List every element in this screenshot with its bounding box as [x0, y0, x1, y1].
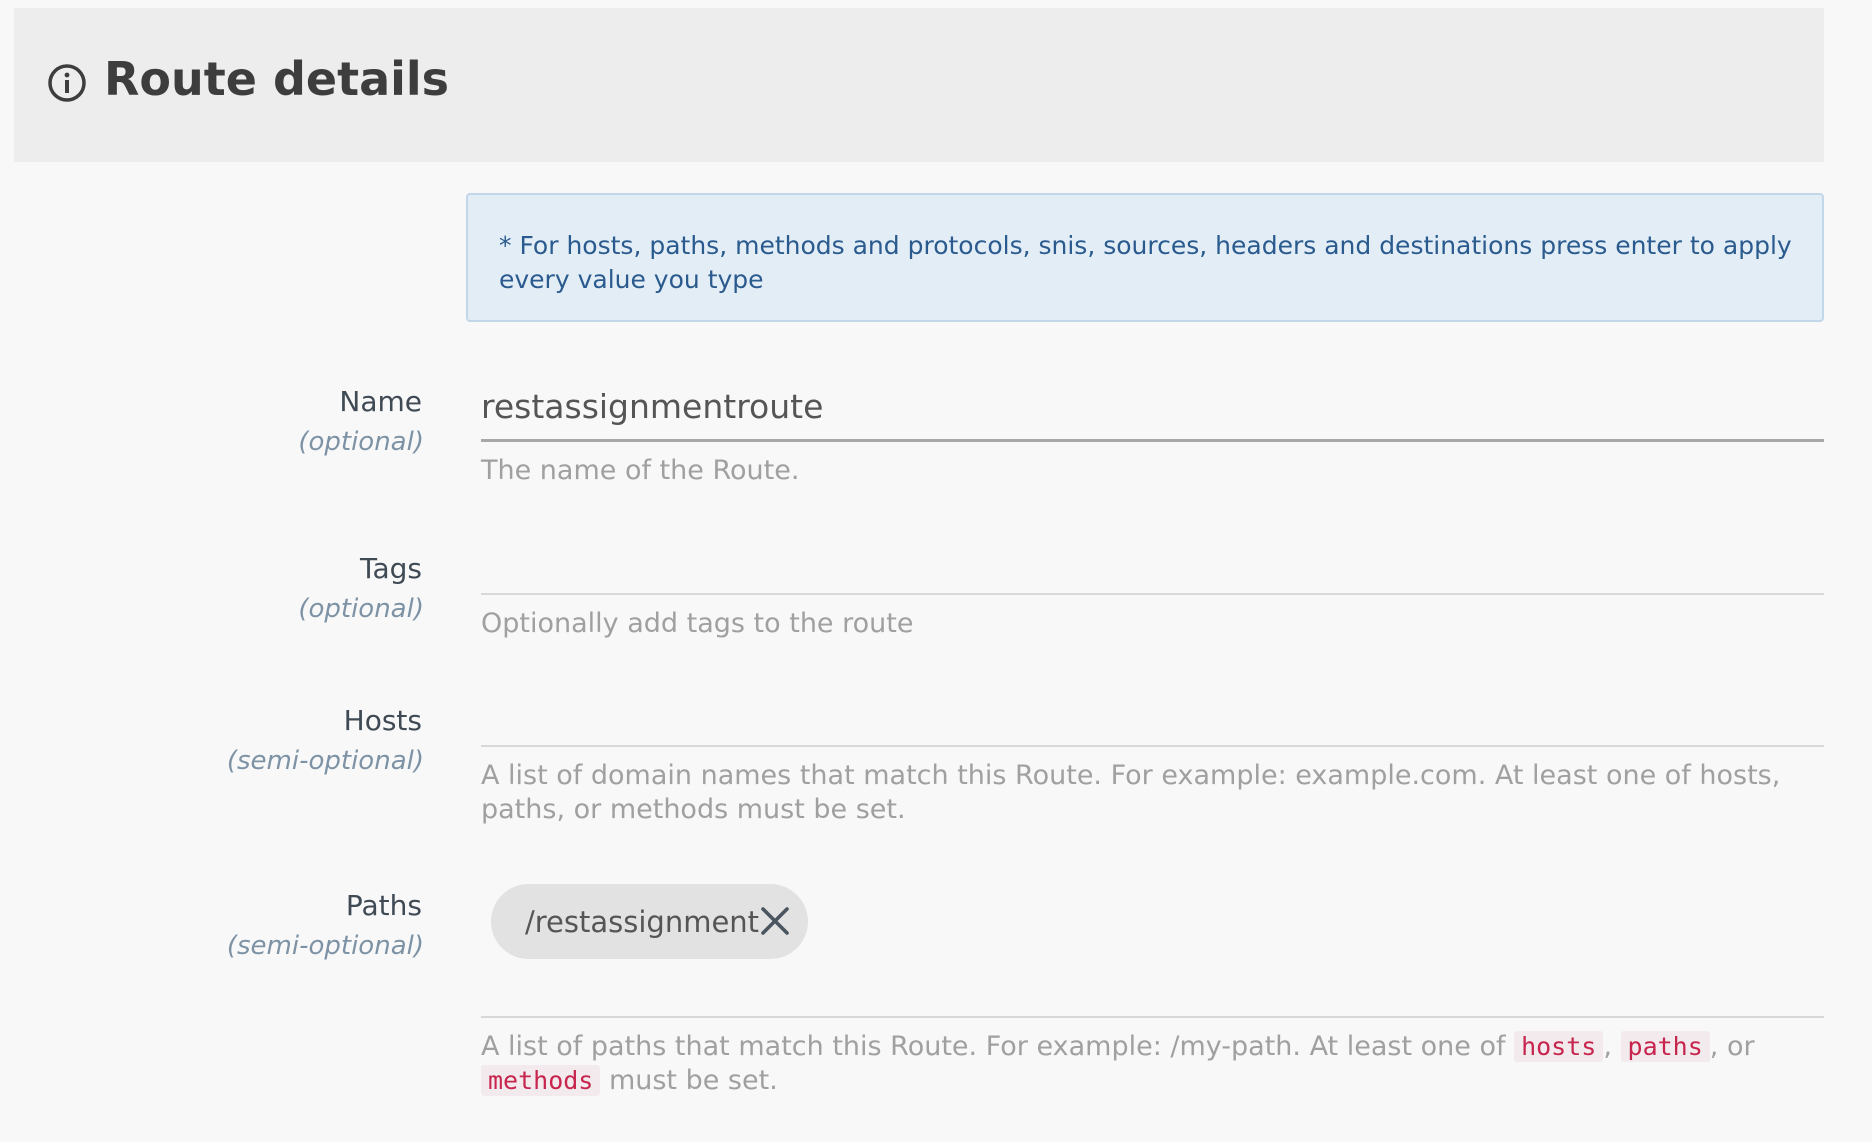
tags-label: Tags [360, 552, 422, 585]
paths-semi-optional-label: (semi-optional) [226, 931, 424, 961]
paths-help-suffix: must be set. [608, 1065, 778, 1096]
code-paths: paths [1620, 1031, 1710, 1062]
paths-label: Paths [345, 889, 422, 922]
name-optional-label: (optional) [298, 427, 424, 457]
route-details-header: Route details [14, 8, 1824, 162]
path-chip-label: /restassignment [525, 904, 760, 939]
code-hosts: hosts [1514, 1031, 1604, 1062]
hosts-help-text: A list of domain names that match this R… [481, 760, 1781, 825]
tags-help-text: Optionally add tags to the route [481, 608, 914, 639]
info-notice-text: * For hosts, paths, methods and protocol… [499, 231, 1792, 294]
name-help-text: The name of the Route. [481, 455, 800, 486]
paths-help-sep-2: , or [1709, 1031, 1755, 1062]
hosts-semi-optional-label: (semi-optional) [226, 746, 424, 776]
hosts-input[interactable] [481, 702, 1824, 744]
tags-optional-label: (optional) [298, 594, 424, 624]
tags-input[interactable] [481, 550, 1824, 592]
name-label: Name [339, 385, 422, 418]
info-circle-icon [48, 64, 86, 102]
hosts-input-underline [481, 745, 1824, 747]
hosts-label: Hosts [343, 704, 422, 737]
tags-input-underline [481, 593, 1824, 595]
info-notice: * For hosts, paths, methods and protocol… [466, 193, 1824, 322]
close-icon[interactable] [758, 904, 792, 938]
name-input-underline [481, 439, 1824, 442]
path-chip: /restassignment [491, 884, 808, 959]
paths-help-sep-1: , [1603, 1031, 1612, 1062]
code-methods: methods [481, 1065, 601, 1096]
paths-help-text: A list of paths that match this Route. F… [481, 1030, 1824, 1098]
page-title: Route details [104, 52, 450, 106]
paths-help-prefix: A list of paths that match this Route. F… [481, 1031, 1506, 1062]
name-input[interactable]: restassignmentroute [481, 387, 823, 426]
paths-input-underline [481, 1016, 1824, 1018]
